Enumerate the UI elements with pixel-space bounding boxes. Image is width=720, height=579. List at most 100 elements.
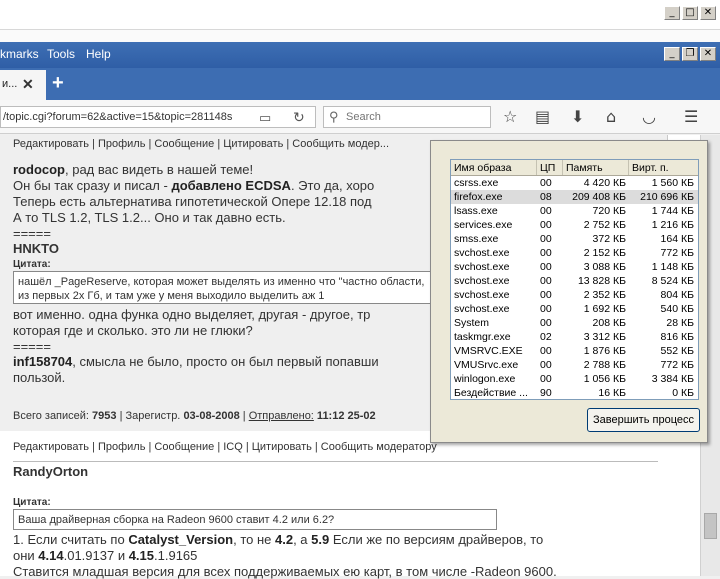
- process-cpu: 02: [540, 331, 552, 343]
- post-1-separator-1: =====: [13, 226, 51, 241]
- process-name: smss.exe: [454, 233, 499, 245]
- process-cpu: 00: [540, 289, 552, 301]
- inner-restore-button[interactable]: ❐: [682, 47, 698, 61]
- end-process-button[interactable]: Завершить процесс: [587, 408, 700, 432]
- inner-window-controls: _ ❐ ✕: [664, 47, 716, 61]
- user-link-hnkto[interactable]: HNKTO: [13, 241, 59, 256]
- new-tab-icon[interactable]: +: [52, 72, 64, 95]
- process-virtual: 772 КБ: [660, 247, 694, 259]
- process-name: Бездействие ...: [454, 387, 528, 399]
- process-row[interactable]: csrss.exe 00 4 420 КБ 1 560 КБ: [451, 176, 698, 190]
- process-cpu: 00: [540, 345, 552, 357]
- process-memory: 13 828 КБ: [577, 275, 626, 287]
- tab-strip: и... ✕ +: [0, 68, 720, 100]
- process-virtual: 164 КБ: [660, 233, 694, 245]
- tab-active[interactable]: и... ✕: [0, 70, 46, 100]
- tab-label: и...: [2, 78, 18, 90]
- process-memory: 4 420 КБ: [583, 177, 626, 189]
- inner-minimize-button[interactable]: _: [664, 47, 680, 61]
- scrollbar-thumb[interactable]: [704, 513, 717, 539]
- col-virtual[interactable]: Вирт. п.: [629, 160, 697, 175]
- reader-view-icon[interactable]: ▭: [259, 110, 271, 126]
- process-row[interactable]: svchost.exe 00 3 088 КБ 1 148 КБ: [451, 260, 698, 274]
- process-row[interactable]: VMUSrvc.exe 00 2 788 КБ 772 КБ: [451, 358, 698, 372]
- reload-icon[interactable]: ↻: [293, 109, 305, 126]
- col-image-name[interactable]: Имя образа: [451, 160, 537, 175]
- process-cpu: 00: [540, 359, 552, 371]
- process-name: lsass.exe: [454, 205, 498, 217]
- process-row[interactable]: svchost.exe 00 2 152 КБ 772 КБ: [451, 246, 698, 260]
- process-virtual: 816 КБ: [660, 331, 694, 343]
- post-1-line-2: Он бы так сразу и писал - добавлено ECDS…: [13, 178, 375, 193]
- process-cpu: 00: [540, 205, 552, 217]
- url-bar[interactable]: /topic.cgi?forum=62&active=15&topic=2811…: [0, 106, 316, 128]
- post-2-actions[interactable]: Редактировать | Профиль | Сообщение | IC…: [13, 441, 437, 453]
- post-2-line-2: они 4.14.01.9137 и 4.15.1.9165: [13, 548, 198, 563]
- process-memory: 3 088 КБ: [583, 261, 626, 273]
- inner-close-button[interactable]: ✕: [700, 47, 716, 61]
- process-name: svchost.exe: [454, 303, 510, 315]
- process-memory: 1 876 КБ: [583, 345, 626, 357]
- user-link-inf158704[interactable]: inf158704: [13, 354, 72, 369]
- process-row[interactable]: firefox.exe 08 209 408 КБ 210 696 КБ: [451, 190, 698, 204]
- pocket-icon[interactable]: ◡: [642, 107, 656, 126]
- bookmarks-list-icon[interactable]: ▤: [535, 107, 550, 126]
- process-name: csrss.exe: [454, 177, 499, 189]
- outer-minimize-button[interactable]: _: [664, 6, 680, 20]
- process-memory: 2 152 КБ: [583, 247, 626, 259]
- process-memory: 208 КБ: [592, 317, 626, 329]
- process-cpu: 00: [540, 317, 552, 329]
- process-row[interactable]: lsass.exe 00 720 КБ 1 744 КБ: [451, 204, 698, 218]
- post-1-separator-2: =====: [13, 339, 51, 354]
- search-input[interactable]: [346, 109, 486, 125]
- bookmark-star-icon[interactable]: ☆: [503, 107, 517, 126]
- outer-maximize-button[interactable]: □: [682, 6, 698, 20]
- process-memory: 1 692 КБ: [583, 303, 626, 315]
- post-1-line-7: inf158704, смысла не было, просто он был…: [13, 354, 379, 369]
- process-row[interactable]: svchost.exe 00 13 828 КБ 8 524 КБ: [451, 274, 698, 288]
- process-row[interactable]: winlogon.exe 00 1 056 КБ 3 384 КБ: [451, 372, 698, 386]
- col-cpu[interactable]: ЦП: [537, 160, 563, 175]
- process-virtual: 1 744 КБ: [651, 205, 694, 217]
- process-name: winlogon.exe: [454, 373, 516, 385]
- menu-bookmarks[interactable]: kmarks: [0, 47, 39, 61]
- menu-tools[interactable]: Tools: [47, 47, 75, 61]
- col-memory[interactable]: Память: [563, 160, 629, 175]
- sent-link[interactable]: Отправлено:: [249, 410, 314, 422]
- post-1-line-greeting: rodocop, рад вас видеть в нашей теме!: [13, 162, 254, 177]
- post-1-quote-label: Цитата:: [13, 259, 51, 270]
- menu-icon[interactable]: ☰: [684, 107, 698, 126]
- user-link-rodocop[interactable]: rodocop: [13, 162, 65, 177]
- post-2-line-3: Ставится младшая версия для всех поддерж…: [13, 564, 557, 579]
- post-2-line-1: 1. Если считать по Catalyst_Version, то …: [13, 532, 544, 547]
- process-virtual: 0 КБ: [672, 387, 694, 399]
- process-row[interactable]: svchost.exe 00 1 692 КБ 540 КБ: [451, 302, 698, 316]
- user-link-randyorton[interactable]: RandyOrton: [13, 464, 88, 479]
- process-name: System: [454, 317, 490, 329]
- process-row[interactable]: VMSRVC.EXE 00 1 876 КБ 552 КБ: [451, 344, 698, 358]
- process-virtual: 8 524 КБ: [651, 275, 694, 287]
- menu-help[interactable]: Help: [86, 47, 111, 61]
- process-row[interactable]: svchost.exe 00 2 352 КБ 804 КБ: [451, 288, 698, 302]
- process-row[interactable]: taskmgr.exe 02 3 312 КБ 816 КБ: [451, 330, 698, 344]
- process-row[interactable]: Бездействие ... 90 16 КБ 0 КБ: [451, 386, 698, 399]
- post-1-actions[interactable]: Редактировать | Профиль | Сообщение | Ци…: [13, 138, 389, 150]
- outer-close-button[interactable]: ✕: [700, 6, 716, 20]
- process-cpu: 00: [540, 247, 552, 259]
- home-icon[interactable]: ⌂: [606, 107, 616, 126]
- menubar: kmarks Tools Help _ ❐ ✕: [0, 42, 720, 68]
- process-virtual: 1 216 КБ: [651, 219, 694, 231]
- process-row[interactable]: smss.exe 00 372 КБ 164 КБ: [451, 232, 698, 246]
- process-row[interactable]: System 00 208 КБ 28 КБ: [451, 316, 698, 330]
- post-1-line-4: А то TLS 1.2, TLS 1.2... Оно и так давно…: [13, 210, 286, 225]
- post-1-line-6: которая где и сколько. это ли не глюки?: [13, 323, 253, 338]
- process-cpu: 00: [540, 177, 552, 189]
- tab-close-icon[interactable]: ✕: [22, 76, 34, 93]
- outer-window-controls: _ □ ✕: [664, 6, 716, 20]
- post-1-line-8: пользой.: [13, 370, 66, 385]
- process-virtual: 540 КБ: [660, 303, 694, 315]
- process-row[interactable]: services.exe 00 2 752 КБ 1 216 КБ: [451, 218, 698, 232]
- search-box[interactable]: ⚲: [323, 106, 491, 128]
- downloads-icon[interactable]: ⬇: [571, 107, 584, 126]
- process-memory: 16 КБ: [598, 387, 626, 399]
